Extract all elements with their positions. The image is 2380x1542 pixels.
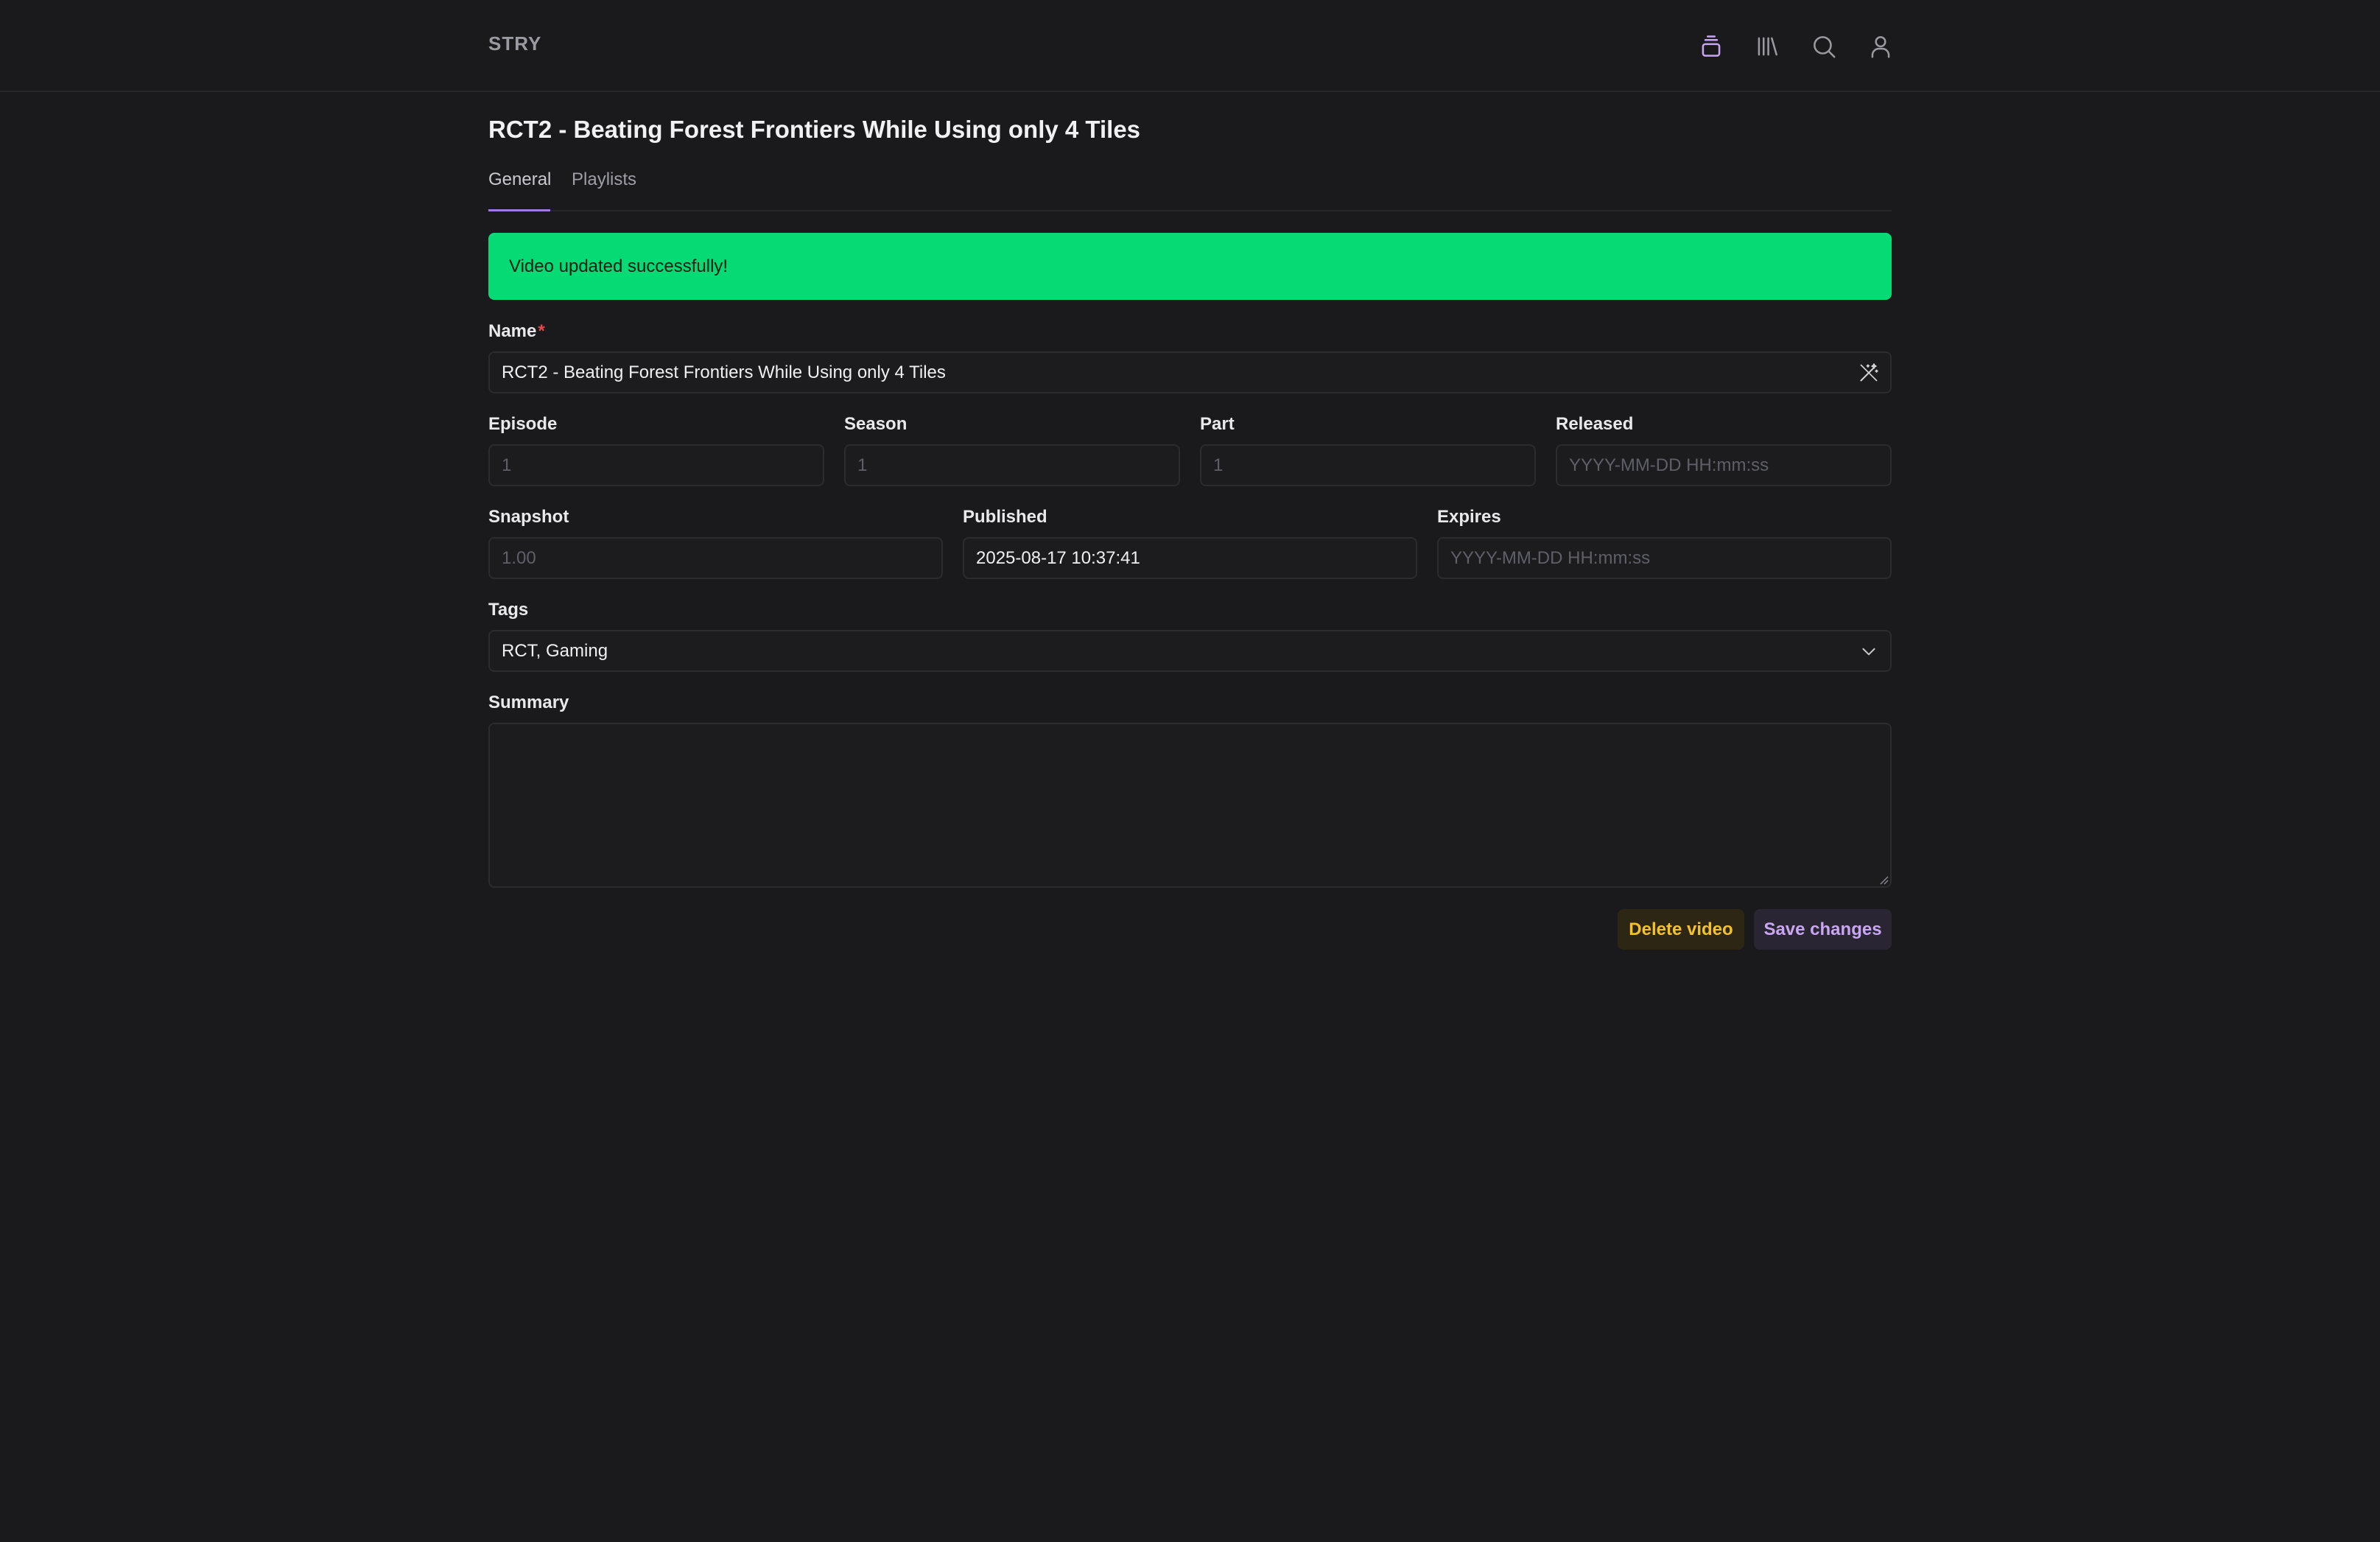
delete-video-button[interactable]: Delete video — [1618, 909, 1744, 950]
search-icon[interactable] — [1807, 29, 1841, 63]
tab-general[interactable]: General — [488, 166, 551, 211]
top-bar: STRY — [0, 0, 2380, 92]
name-value: RCT2 - Beating Forest Frontiers While Us… — [502, 362, 946, 382]
released-label: Released — [1556, 414, 1634, 434]
tags-value: RCT, Gaming — [502, 640, 608, 661]
resize-handle-icon[interactable] — [1878, 875, 1889, 885]
tab-playlists[interactable]: Playlists — [572, 166, 636, 211]
season-label: Season — [844, 414, 908, 434]
name-field[interactable]: RCT2 - Beating Forest Frontiers While Us… — [488, 351, 1892, 393]
released-placeholder: YYYY-MM-DD HH:mm:ss — [1569, 455, 1769, 475]
alert-message: Video updated successfully! — [509, 256, 729, 276]
nav-icons — [1694, 29, 1893, 63]
episode-placeholder: 1 — [502, 455, 512, 475]
part-placeholder: 1 — [1213, 455, 1224, 475]
user-icon[interactable] — [1864, 29, 1898, 63]
released-input[interactable]: YYYY-MM-DD HH:mm:ss — [1556, 444, 1892, 486]
season-input[interactable]: 1 — [844, 444, 1180, 486]
published-value: 2025-08-17 10:37:41 — [976, 547, 1140, 568]
published-label: Published — [963, 507, 1047, 527]
tags-select[interactable]: RCT, Gaming — [488, 630, 1892, 672]
chevron-down-icon[interactable] — [1858, 640, 1880, 662]
expires-placeholder: YYYY-MM-DD HH:mm:ss — [1450, 547, 1651, 568]
episode-input[interactable]: 1 — [488, 444, 824, 486]
episode-label: Episode — [488, 414, 558, 434]
part-input[interactable]: 1 — [1200, 444, 1536, 486]
brand-logo[interactable]: STRY — [488, 32, 541, 55]
save-changes-button[interactable]: Save changes — [1754, 909, 1892, 950]
magic-wand-icon[interactable] — [1858, 362, 1880, 384]
success-alert: Video updated successfully! — [488, 233, 1892, 300]
snapshot-input[interactable]: 1.00 — [488, 537, 943, 579]
snapshot-label: Snapshot — [488, 507, 569, 527]
required-mark: * — [538, 321, 545, 341]
season-placeholder: 1 — [857, 455, 868, 475]
part-label: Part — [1200, 414, 1235, 434]
summary-label: Summary — [488, 693, 569, 712]
name-label-text: Name — [488, 321, 537, 341]
tab-bar: General Playlists — [488, 166, 1892, 211]
summary-textarea[interactable] — [488, 723, 1892, 888]
expires-input[interactable]: YYYY-MM-DD HH:mm:ss — [1437, 537, 1892, 579]
page-title: RCT2 - Beating Forest Frontiers While Us… — [488, 116, 1141, 143]
snapshot-placeholder: 1.00 — [502, 547, 536, 568]
expires-label: Expires — [1437, 507, 1501, 527]
library-icon[interactable] — [1750, 29, 1784, 63]
name-label: Name* — [488, 321, 545, 342]
stack-icon[interactable] — [1694, 29, 1728, 63]
tags-label: Tags — [488, 600, 529, 620]
published-input[interactable]: 2025-08-17 10:37:41 — [963, 537, 1417, 579]
